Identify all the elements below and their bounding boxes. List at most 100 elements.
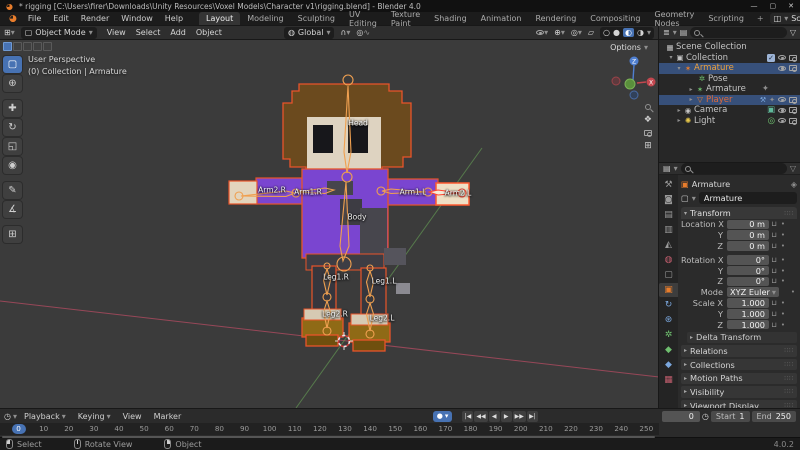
animate-dot[interactable]: • — [779, 242, 787, 250]
navigation-gizmo[interactable]: Z X — [612, 57, 656, 100]
prev-frame-button[interactable]: ◀ — [489, 411, 500, 422]
menu-playback[interactable]: Playback▾ — [19, 412, 71, 421]
scale-tool[interactable]: ◱ — [3, 138, 22, 155]
tab-texture[interactable]: ▦ — [659, 373, 678, 387]
timeline-scrollbar[interactable] — [2, 436, 655, 439]
caret-icon[interactable]: ▸ — [687, 86, 695, 93]
menu-marker[interactable]: Marker — [149, 412, 187, 421]
lock-icon[interactable]: ⊔ — [769, 256, 779, 264]
tab-output[interactable]: ▤ — [659, 208, 678, 222]
xray-toggle[interactable]: ▱ — [588, 28, 594, 37]
scale-y-field[interactable]: 1.000 — [727, 309, 769, 319]
motion-paths-panel[interactable]: ▸Motion Paths∷∷ — [681, 373, 797, 385]
menu-window[interactable]: Window — [115, 12, 159, 25]
prev-keyframe-button[interactable]: ◀◀ — [474, 411, 487, 422]
outliner-search-input[interactable] — [690, 27, 787, 38]
tab-geometry-nodes[interactable]: Geometry Nodes — [647, 12, 701, 25]
lock-icon[interactable]: ⊔ — [769, 321, 779, 329]
jump-to-end-button[interactable]: ▶| — [527, 411, 538, 422]
location-y-field[interactable]: 0 m — [727, 230, 769, 240]
auto-key-button[interactable]: ●▾ — [433, 411, 453, 422]
next-keyframe-button[interactable]: ▶▶ — [513, 411, 526, 422]
add-cube-tool[interactable]: ⊞ — [3, 226, 22, 243]
select-mode-intersect[interactable] — [43, 42, 52, 51]
animate-dot[interactable]: • — [779, 256, 787, 264]
visibility-panel[interactable]: ▸Visibility∷∷ — [681, 386, 797, 398]
outliner-row-light[interactable]: ▸ ✺ Light ◎ — [659, 116, 800, 127]
tab-object[interactable]: ▣ — [659, 283, 678, 297]
panel-grip[interactable]: ∷∷ — [784, 361, 794, 368]
tab-constraints[interactable]: ⊛ — [659, 313, 678, 327]
relations-panel[interactable]: ▸Relations∷∷ — [681, 345, 797, 357]
shading-wireframe-button[interactable]: ○ — [603, 28, 610, 37]
maximize-button[interactable]: ▢ — [770, 2, 777, 10]
lock-icon[interactable]: ⊔ — [769, 231, 779, 239]
menu-object[interactable]: Object — [192, 28, 226, 37]
shading-solid-button[interactable]: ● — [613, 28, 620, 37]
measure-tool[interactable]: ∡ — [3, 201, 22, 218]
lock-icon[interactable]: ⊔ — [769, 220, 779, 228]
tab-modeling[interactable]: Modeling — [240, 12, 290, 25]
outliner-row-pose[interactable]: ✲ Pose — [659, 74, 800, 85]
options-dropdown[interactable]: Options ▾ — [610, 43, 648, 52]
rotation-y-field[interactable]: 0° — [727, 266, 769, 276]
viewport-display-panel[interactable]: ▸Viewport Display∷∷ — [681, 400, 797, 408]
tab-view-layer[interactable]: ▥ — [659, 223, 678, 237]
select-mode-new[interactable] — [3, 42, 12, 51]
properties-filter-button[interactable]: ▽ — [790, 164, 796, 173]
tab-animation[interactable]: Animation — [474, 12, 529, 25]
playhead[interactable]: 0 — [6, 423, 31, 435]
scene-selector[interactable]: ◫ ▾ Scene ▣ — [770, 13, 800, 24]
select-mode-extend[interactable] — [13, 42, 22, 51]
play-button[interactable]: ▶ — [501, 411, 512, 422]
tab-sculpting[interactable]: Sculpting — [291, 12, 342, 25]
animate-dot[interactable]: • — [779, 277, 787, 285]
tab-rendering[interactable]: Rendering — [528, 12, 583, 25]
panel-grip[interactable]: ∷∷ — [784, 388, 794, 395]
outliner-filter-image-icon[interactable]: ▤ — [680, 28, 688, 37]
transform-panel-header[interactable]: ▾ Transform ∷∷ — [681, 207, 797, 219]
rotation-mode-dropdown[interactable]: XYZ Euler▾ — [727, 287, 779, 297]
add-workspace-button[interactable]: + — [751, 12, 770, 25]
eye-icon[interactable] — [778, 97, 786, 102]
minimize-button[interactable]: — — [751, 2, 758, 10]
rotate-tool[interactable]: ↻ — [3, 119, 22, 136]
camera-restrict-icon[interactable] — [789, 65, 797, 71]
properties-search-input[interactable] — [681, 163, 787, 174]
tab-collection[interactable]: ▢ — [659, 268, 678, 282]
panel-grip[interactable]: ∷∷ — [784, 347, 794, 354]
tab-world[interactable]: ◍ — [659, 253, 678, 267]
eye-icon[interactable] — [778, 108, 786, 113]
animate-dot[interactable]: • — [779, 220, 787, 228]
ortho-toggle-button[interactable]: ⊞ — [644, 141, 652, 151]
zoom-view-button[interactable] — [645, 104, 651, 110]
outliner-row-scene-collection[interactable]: ▦ Scene Collection — [659, 42, 800, 53]
animate-dot[interactable]: • — [779, 231, 787, 239]
object-name-field[interactable]: Armature — [699, 192, 797, 204]
timeline-ruler[interactable]: 0 10 20 30 40 50 60 70 80 90 100 110 120… — [0, 423, 659, 435]
menu-render[interactable]: Render — [75, 12, 115, 25]
camera-view-button[interactable] — [644, 130, 652, 136]
tab-physics[interactable]: ↻ — [659, 298, 678, 312]
caret-icon[interactable]: ▾ — [675, 65, 683, 72]
menu-select[interactable]: Select — [132, 28, 165, 37]
outliner-row-armature-data[interactable]: ▸ ✶ Armature ✦ — [659, 84, 800, 95]
caret-icon[interactable]: ▸ — [687, 96, 695, 103]
camera-restrict-icon[interactable] — [789, 97, 797, 103]
collections-panel[interactable]: ▸Collections∷∷ — [681, 359, 797, 371]
collection-checkbox[interactable]: ✓ — [767, 54, 775, 62]
menu-file[interactable]: File — [22, 12, 47, 25]
pan-view-button[interactable]: ❖ — [644, 115, 652, 125]
rotation-x-field[interactable]: 0° — [727, 255, 769, 265]
tab-uv-editing[interactable]: UV Editing — [342, 12, 384, 25]
overlays-dropdown[interactable]: ◎▾ — [571, 28, 582, 37]
annotate-tool[interactable]: ✎ — [3, 182, 22, 199]
caret-icon[interactable]: ▸ — [675, 107, 683, 114]
transform-tool[interactable]: ◉ — [3, 157, 22, 174]
3d-viewport[interactable]: Z X User Perspective (0) Collection | Ar… — [0, 40, 659, 408]
lock-icon[interactable]: ⊔ — [769, 267, 779, 275]
scale-z-field[interactable]: 1.000 — [727, 320, 769, 330]
start-frame-field[interactable]: Start1 — [711, 411, 750, 422]
menu-keying[interactable]: Keying▾ — [73, 412, 116, 421]
select-box-tool[interactable]: ▢ — [3, 56, 22, 73]
